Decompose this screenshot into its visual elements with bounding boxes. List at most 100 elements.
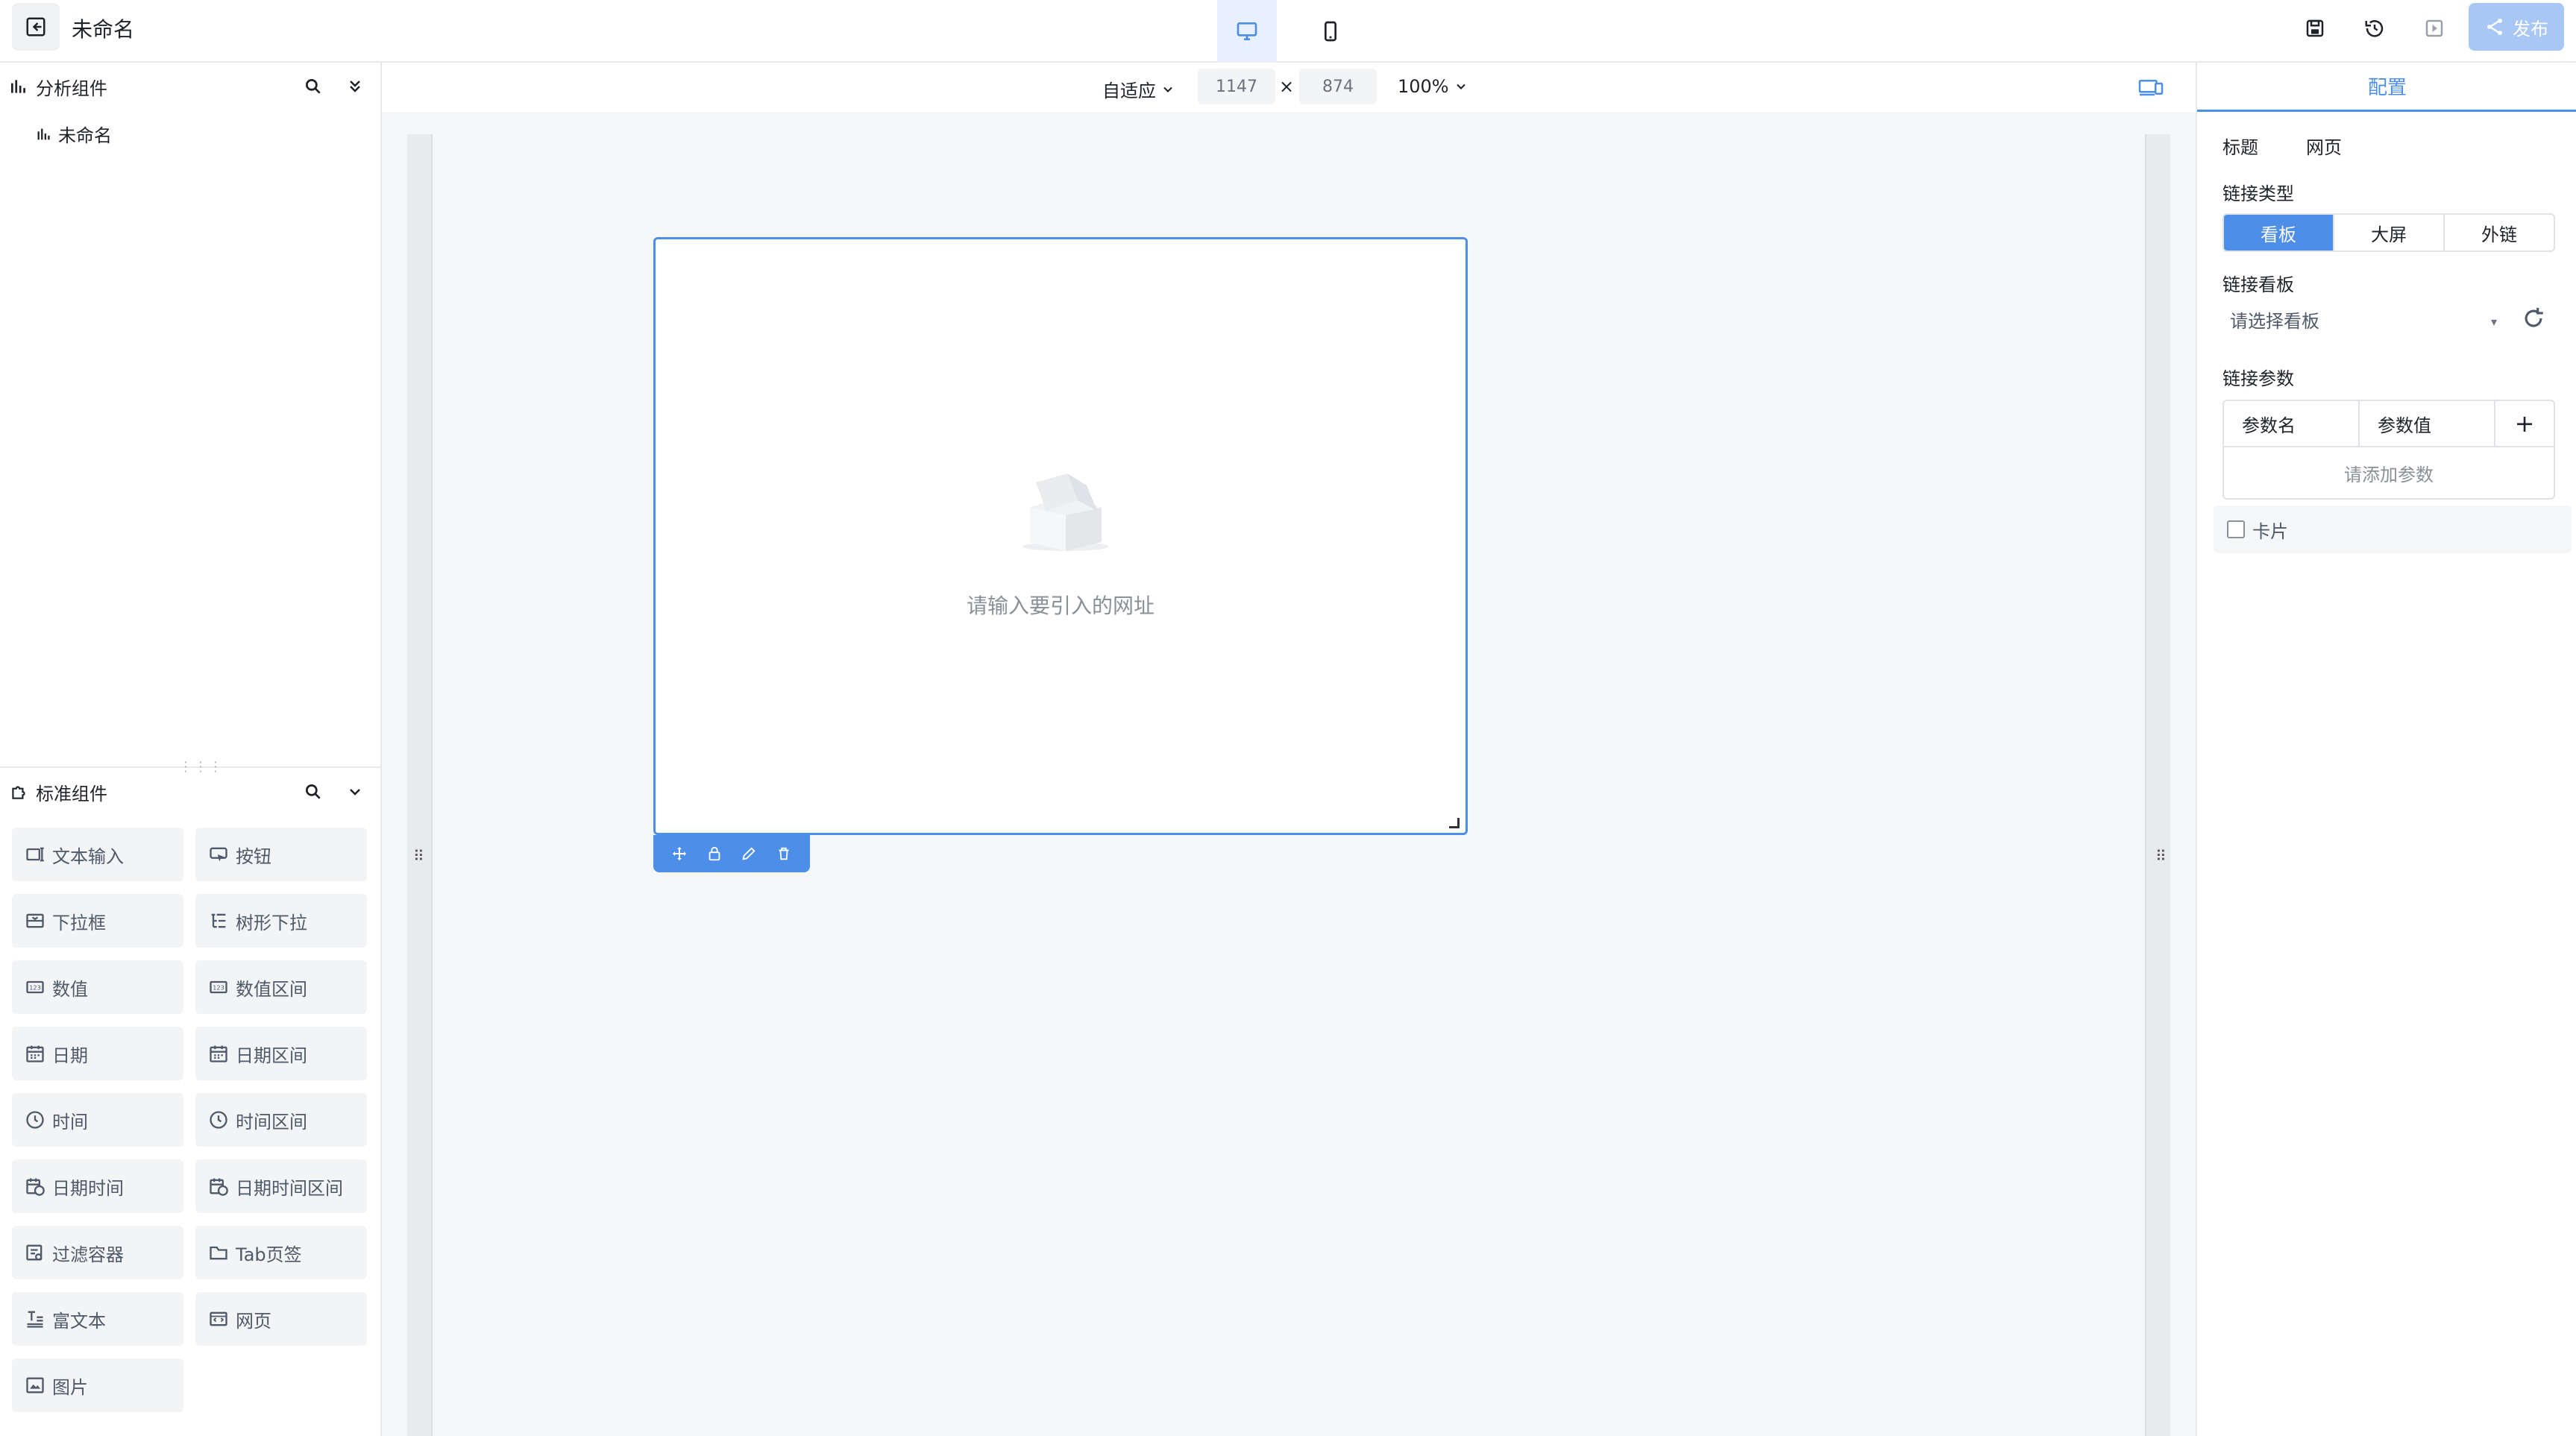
delete-button[interactable] (773, 843, 795, 865)
zoom-select[interactable]: 100% (1398, 76, 1468, 97)
component-label: 网页 (236, 1310, 271, 1332)
component-label: 日期时间区间 (236, 1177, 343, 1199)
component-item[interactable]: Tab页签 (195, 1226, 367, 1279)
component-item[interactable]: 网页 (195, 1292, 367, 1346)
publish-button[interactable]: 发布 (2469, 3, 2564, 51)
card-option[interactable]: 卡片 (2214, 506, 2572, 553)
search-icon (305, 78, 321, 94)
link-board-label: 链接看板 (2222, 274, 2294, 295)
analysis-search-button[interactable] (298, 72, 328, 101)
move-icon (673, 847, 687, 860)
preview-button[interactable] (2419, 13, 2449, 43)
title-value[interactable]: 网页 (2306, 133, 2342, 159)
tree-item-label: 未命名 (58, 125, 112, 146)
refresh-button[interactable] (2521, 306, 2548, 333)
component-item[interactable]: 富文本 (12, 1292, 183, 1346)
desktop-view-button[interactable] (1217, 0, 1277, 63)
component-item[interactable]: 文本输入 (12, 828, 183, 881)
param-name-header: 参数名 (2224, 401, 2360, 446)
standard-components-title: 标准组件 (36, 783, 107, 804)
monitor-icon (1237, 22, 1257, 40)
chevron-down-icon (1163, 86, 1172, 92)
share-icon (2487, 18, 2502, 36)
component-item[interactable]: 图片 (12, 1358, 183, 1412)
svg-text:123: 123 (213, 984, 224, 992)
document-title[interactable]: 未命名 (72, 13, 134, 43)
link-params-label: 链接参数 (2222, 368, 2294, 389)
link-type-screen[interactable]: 大屏 (2333, 215, 2443, 251)
webpage-icon (207, 1308, 230, 1330)
svg-text:123: 123 (29, 984, 41, 992)
right-drag-handle-icon[interactable]: ⠿ (2155, 847, 2167, 865)
analysis-components-title: 分析组件 (36, 78, 107, 99)
component-label: 文本输入 (52, 845, 124, 867)
link-type-external[interactable]: 外链 (2443, 215, 2554, 251)
canvas-width-input[interactable]: 1147 (1198, 69, 1275, 104)
title-label: 标题 (2222, 137, 2258, 158)
component-item[interactable]: 日期时间 (12, 1159, 183, 1213)
number-icon: 123 (24, 976, 46, 998)
link-type-board[interactable]: 看板 (2224, 215, 2333, 251)
empty-box-icon (1022, 473, 1109, 551)
webpage-widget[interactable]: 请输入要引入的网址 (653, 237, 1468, 835)
component-item[interactable]: 时间 (12, 1093, 183, 1147)
chevron-down-icon (350, 789, 360, 796)
save-button[interactable] (2300, 13, 2330, 43)
link-type-label: 链接类型 (2222, 183, 2294, 204)
rich-text-icon (24, 1308, 46, 1330)
edit-button[interactable] (738, 843, 760, 865)
params-table-header: 参数名 参数值 + (2224, 401, 2554, 447)
left-panel: 分析组件 未命名 ⋮⋮⋮ 标准组件 文本输入 按钮 下拉框 树形下拉 123 数… (0, 63, 382, 1436)
card-checkbox[interactable] (2227, 520, 2245, 538)
component-item[interactable]: 日期时间区间 (195, 1159, 367, 1213)
component-item[interactable]: 123 数值区间 (195, 960, 367, 1014)
component-item[interactable]: 123 数值 (12, 960, 183, 1014)
lock-button[interactable] (703, 843, 726, 865)
tab-icon (207, 1241, 230, 1264)
dimension-separator: × (1279, 76, 1295, 97)
collapse-all-button[interactable] (340, 72, 370, 101)
chevron-down-icon (1456, 84, 1466, 89)
standard-collapse-button[interactable] (340, 777, 370, 807)
filter-container-icon (24, 1241, 46, 1264)
tree-item-untitled[interactable]: 未命名 (36, 121, 112, 147)
tab-config[interactable]: 配置 (2197, 63, 2576, 112)
history-button[interactable] (2360, 13, 2390, 43)
component-item[interactable]: 按钮 (195, 828, 367, 881)
mobile-view-button[interactable] (1301, 0, 1360, 63)
zoom-label: 100% (1398, 76, 1449, 97)
phone-icon (1325, 21, 1336, 42)
image-icon (24, 1374, 46, 1396)
component-item[interactable]: 时间区间 (195, 1093, 367, 1147)
play-icon (2425, 19, 2443, 37)
component-label: 时间 (52, 1111, 88, 1133)
link-params-table: 参数名 参数值 + 请添加参数 (2222, 400, 2555, 500)
select-caret-icon[interactable]: ▾ (2491, 315, 2497, 329)
add-param-button[interactable]: + (2495, 401, 2554, 446)
component-item[interactable]: 日期区间 (195, 1027, 367, 1080)
link-board-select[interactable]: 请选择看板 (2222, 300, 2461, 338)
history-icon (2365, 20, 2384, 37)
link-board-placeholder: 请选择看板 (2230, 310, 2319, 332)
component-item[interactable]: 日期 (12, 1027, 183, 1080)
component-item[interactable]: 过滤容器 (12, 1226, 183, 1279)
dashboard-board[interactable]: ⠿ 请输入要引入的网址 ⠿ (407, 134, 2170, 1436)
component-label: 日期 (52, 1045, 88, 1066)
dashboard-canvas[interactable]: 请输入要引入的网址 (431, 134, 2146, 1436)
component-item[interactable]: 下拉框 (12, 894, 183, 948)
left-drag-handle-icon[interactable]: ⠿ (413, 847, 425, 865)
resize-handle-icon[interactable] (1449, 818, 1460, 828)
datetime-range-icon (207, 1175, 230, 1197)
component-label: 下拉框 (52, 912, 106, 933)
move-button[interactable] (668, 843, 691, 865)
fit-mode-select[interactable]: 自适应 (1102, 76, 1175, 102)
component-label: 数值 (52, 978, 88, 1000)
component-label: 图片 (52, 1376, 88, 1398)
component-item[interactable]: 树形下拉 (195, 894, 367, 948)
standard-search-button[interactable] (298, 777, 328, 807)
exit-icon (26, 17, 45, 37)
component-label: 树形下拉 (236, 912, 307, 933)
responsive-preview-button[interactable] (2137, 76, 2164, 98)
canvas-height-input[interactable]: 874 (1299, 69, 1377, 104)
back-button[interactable] (12, 3, 60, 51)
